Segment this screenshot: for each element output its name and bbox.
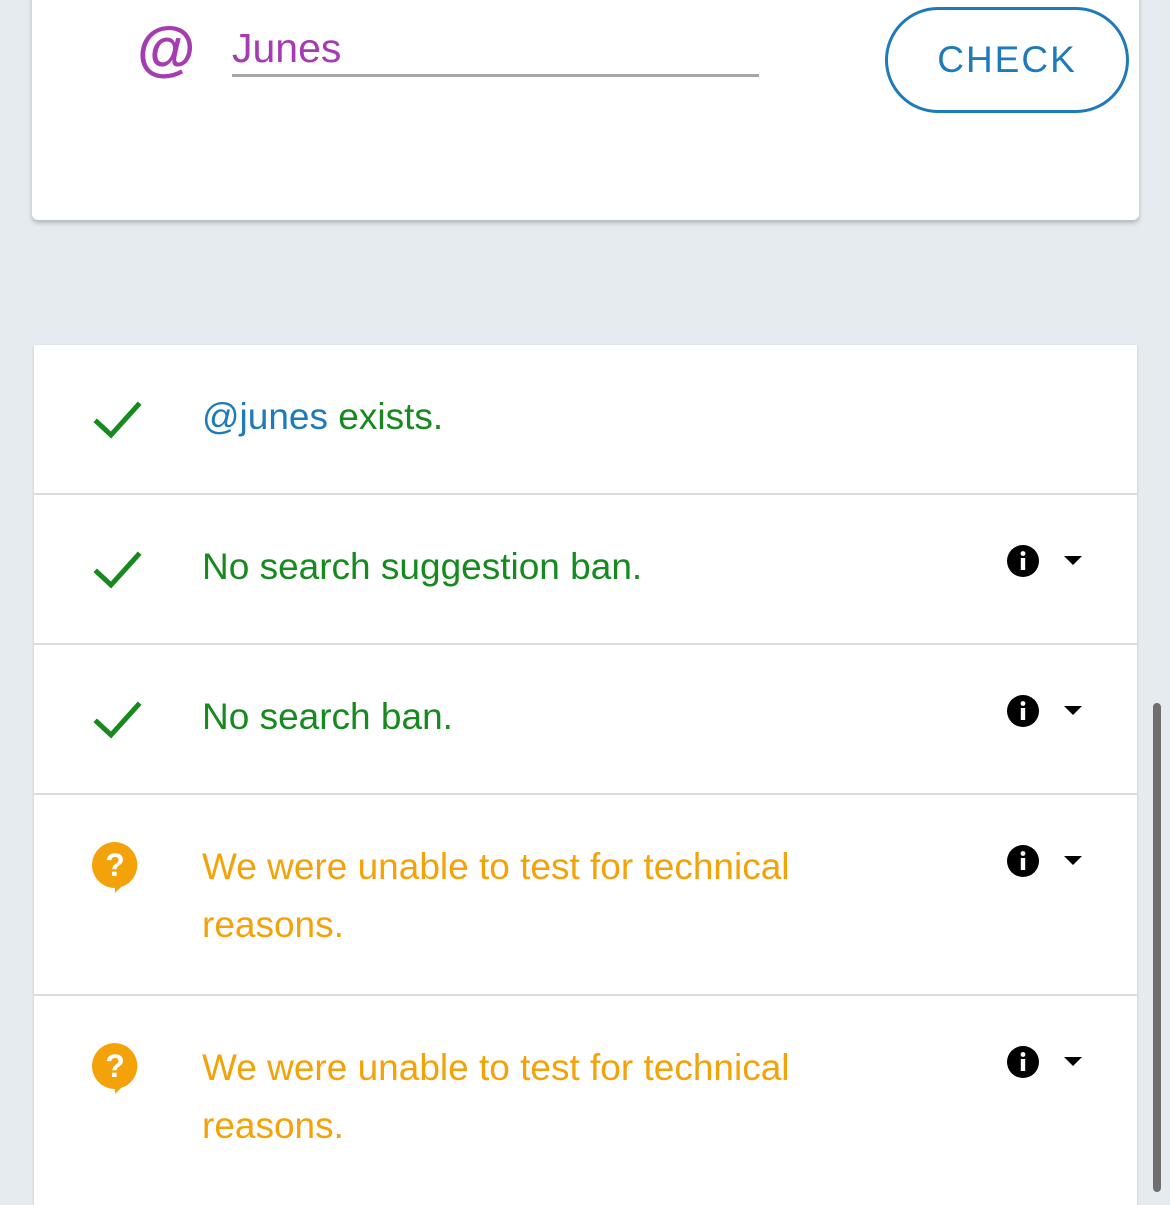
result-row-suggestion-ban: No search suggestion ban. bbox=[34, 495, 1137, 645]
at-icon: @ bbox=[137, 15, 196, 82]
technical-text-line1: We were unable to test for technical bbox=[202, 846, 790, 887]
check-button[interactable]: CHECK bbox=[885, 7, 1129, 113]
info-icon[interactable] bbox=[1006, 844, 1040, 878]
search-ban-text: No search ban. bbox=[202, 696, 453, 737]
chevron-down-icon[interactable] bbox=[1064, 856, 1082, 866]
info-icon[interactable] bbox=[1006, 694, 1040, 728]
search-card: @ CHECK bbox=[32, 0, 1139, 220]
chevron-down-icon[interactable] bbox=[1064, 1057, 1082, 1067]
username-input[interactable] bbox=[232, 22, 759, 77]
result-text-exists: @junes exists. bbox=[202, 388, 443, 446]
exists-text: exists. bbox=[328, 396, 444, 437]
results-card: @junes exists. No search suggestion ban.… bbox=[34, 345, 1137, 1205]
svg-text:?: ? bbox=[105, 1048, 125, 1084]
question-bubble-icon: ? bbox=[92, 842, 138, 893]
question-bubble-icon: ? bbox=[92, 1043, 138, 1094]
checkmark-icon bbox=[93, 551, 142, 589]
technical-text-line2: reasons. bbox=[202, 904, 344, 945]
result-row-technical-1: ? We were unable to test for technical r… bbox=[34, 795, 1137, 996]
technical-text-line2: reasons. bbox=[202, 1105, 344, 1146]
suggestion-ban-text: No search suggestion ban. bbox=[202, 546, 643, 587]
result-row-technical-2: ? We were unable to test for technical r… bbox=[34, 996, 1137, 1205]
technical-text: We were unable to test for technical rea… bbox=[202, 1039, 790, 1155]
info-icon[interactable] bbox=[1006, 1045, 1040, 1079]
svg-text:?: ? bbox=[105, 847, 125, 883]
technical-text-line1: We were unable to test for technical bbox=[202, 1047, 790, 1088]
result-row-search-ban: No search ban. bbox=[34, 645, 1137, 795]
technical-text: We were unable to test for technical rea… bbox=[202, 838, 790, 954]
handle-link[interactable]: @junes bbox=[202, 396, 328, 437]
checkmark-icon bbox=[93, 401, 142, 439]
chevron-down-icon[interactable] bbox=[1064, 706, 1082, 716]
scrollbar-thumb[interactable] bbox=[1153, 703, 1161, 1192]
result-row-exists: @junes exists. bbox=[34, 345, 1137, 495]
info-icon[interactable] bbox=[1006, 544, 1040, 578]
checkmark-icon bbox=[93, 701, 142, 739]
chevron-down-icon[interactable] bbox=[1064, 556, 1082, 566]
